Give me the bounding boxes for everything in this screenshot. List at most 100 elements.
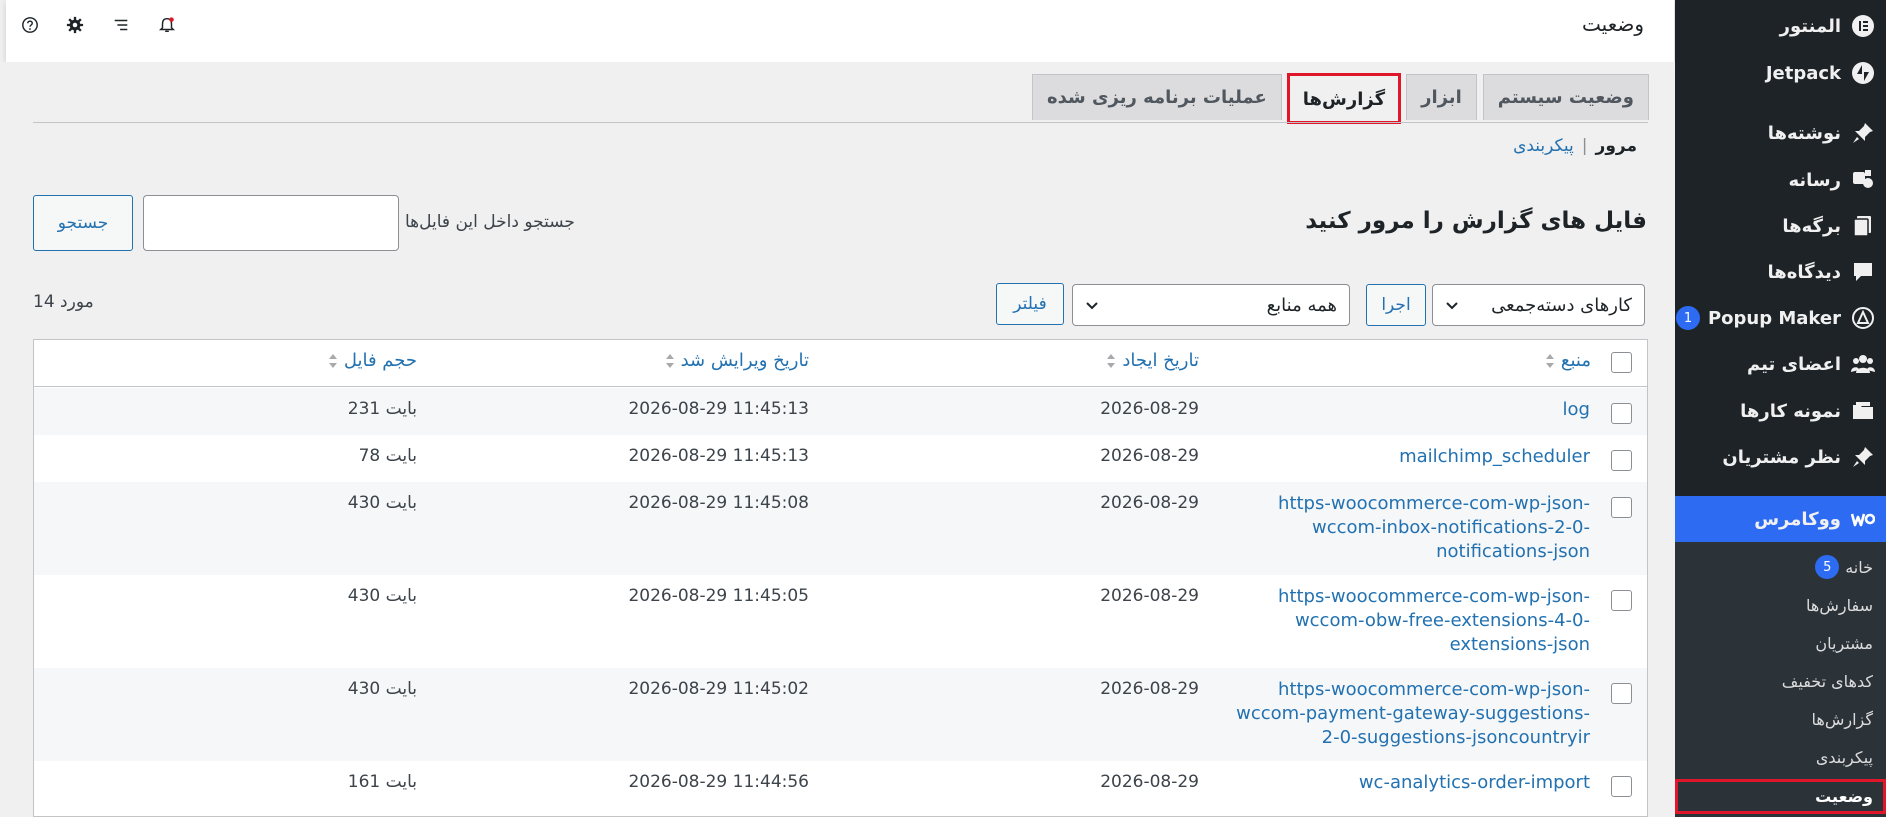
sidebar-item-label: نمونه کارها bbox=[1740, 400, 1841, 422]
created-date: 2026-08-29 bbox=[1100, 493, 1199, 513]
sidebar-item-jetpack[interactable]: Jetpack bbox=[1675, 50, 1886, 96]
sidebar-item-testimonials[interactable]: نظر مشتریان bbox=[1675, 434, 1886, 480]
notification-icon[interactable] bbox=[156, 14, 178, 36]
created-date: 2026-08-29 bbox=[1100, 446, 1199, 466]
tab-tools[interactable]: ابزار bbox=[1406, 74, 1477, 120]
tab-divider bbox=[33, 122, 1648, 123]
file-size: 430 بایت bbox=[347, 493, 417, 513]
created-date: 2026-08-29 bbox=[1100, 399, 1199, 419]
file-size: 430 بایت bbox=[347, 586, 417, 606]
activity-icon[interactable] bbox=[110, 14, 132, 36]
sidebar-item-label: رسانه bbox=[1788, 169, 1842, 191]
sidebar-item-woocommerce[interactable]: ووکامرس bbox=[1663, 496, 1886, 542]
sidebar-item-label: Popup Maker bbox=[1707, 307, 1841, 329]
sidebar-item-label: نظر مشتریان bbox=[1722, 446, 1841, 468]
sub-navigation: مرور | پیکربندی bbox=[1513, 136, 1637, 156]
submenu-item-label: سفارش‌ها bbox=[1806, 595, 1873, 615]
created-date: 2026-08-29 bbox=[1100, 586, 1199, 606]
sidebar-item-pages[interactable]: برگه‌ها bbox=[1675, 203, 1886, 249]
submenu-item-label: کدهای تخفیف bbox=[1781, 671, 1873, 691]
sidebar-item-label: دیدگاه‌ها bbox=[1767, 261, 1842, 283]
log-source-link[interactable]: https-woocommerce-com-wp-json-wccom-obw-… bbox=[1230, 585, 1590, 657]
pin-icon bbox=[1850, 444, 1876, 470]
sidebar-item-media[interactable]: رسانه bbox=[1675, 157, 1886, 203]
tab-scheduled-actions[interactable]: عملیات برنامه ریزی شده bbox=[1032, 74, 1282, 120]
search-input[interactable] bbox=[143, 195, 399, 251]
bulk-actions-select[interactable]: کارهای دسته‌جمعی bbox=[1432, 284, 1645, 326]
home-count-badge: 5 bbox=[1815, 555, 1840, 579]
file-size: 430 بایت bbox=[347, 679, 417, 699]
row-checkbox[interactable] bbox=[1611, 683, 1632, 704]
submenu-item-orders[interactable]: سفارش‌ها bbox=[1675, 589, 1886, 621]
modified-date: 2026-08-29 11:45:08 bbox=[628, 493, 809, 513]
sidebar-item-label: المنتور bbox=[1779, 15, 1841, 37]
apply-button[interactable]: اجرا bbox=[1366, 284, 1426, 326]
sidebar-item-popup-maker[interactable]: Popup Maker 1 bbox=[1675, 295, 1886, 341]
modified-date: 2026-08-29 11:45:02 bbox=[628, 679, 809, 699]
submenu-item-coupons[interactable]: کدهای تخفیف bbox=[1675, 665, 1886, 697]
row-checkbox[interactable] bbox=[1611, 776, 1632, 797]
submenu-item-customers[interactable]: مشتریان bbox=[1675, 627, 1886, 659]
created-date: 2026-08-29 bbox=[1100, 772, 1199, 792]
column-created[interactable]: تاریخ ایجاد bbox=[1106, 350, 1199, 371]
search-button[interactable]: جستجو bbox=[33, 195, 133, 251]
row-checkbox[interactable] bbox=[1611, 403, 1632, 424]
column-size[interactable]: حجم فایل bbox=[328, 350, 417, 371]
subnav-browse[interactable]: مرور bbox=[1596, 136, 1637, 156]
submenu-item-status[interactable]: وضعیت bbox=[1675, 779, 1886, 814]
filter-button[interactable]: فیلتر bbox=[996, 283, 1064, 325]
submenu-item-home[interactable]: خانه 5 bbox=[1675, 551, 1886, 583]
submenu-item-reports[interactable]: گزارش‌ها bbox=[1675, 703, 1886, 735]
media-icon bbox=[1850, 167, 1876, 193]
submenu-item-settings[interactable]: پیکربندی bbox=[1675, 741, 1886, 773]
column-source[interactable]: منبع bbox=[1545, 350, 1591, 371]
log-source-link[interactable]: wc-analytics-order-import bbox=[1230, 771, 1590, 795]
sidebar-item-elementor[interactable]: المنتور bbox=[1675, 3, 1886, 49]
log-source-link[interactable]: https-woocommerce-com-wp-json-wccom-inbo… bbox=[1230, 492, 1590, 564]
subnav-settings-link[interactable]: پیکربندی bbox=[1513, 136, 1574, 156]
pin-icon bbox=[1850, 120, 1876, 146]
sidebar-item-label: اعضای تیم bbox=[1747, 353, 1841, 375]
jetpack-icon bbox=[1850, 60, 1876, 86]
help-icon[interactable] bbox=[19, 14, 41, 36]
modified-date: 2026-08-29 11:45:13 bbox=[628, 446, 809, 466]
select-all-checkbox[interactable] bbox=[1611, 352, 1632, 373]
sidebar-item-label: نوشته‌ها bbox=[1767, 122, 1841, 144]
sidebar-item-portfolio[interactable]: نمونه کارها bbox=[1675, 388, 1886, 434]
column-label: حجم فایل bbox=[343, 350, 417, 371]
submenu-item-label: گزارش‌ها bbox=[1811, 709, 1873, 729]
settings-icon[interactable] bbox=[64, 14, 86, 36]
table-row: log 2026-08-29 2026-08-29 11:45:13 231 ب… bbox=[34, 388, 1647, 435]
table-row: mailchimp_scheduler 2026-08-29 2026-08-2… bbox=[34, 435, 1647, 482]
file-size: 231 بایت bbox=[347, 399, 417, 419]
sort-icon bbox=[1107, 353, 1116, 368]
sidebar-item-comments[interactable]: دیدگاه‌ها bbox=[1675, 249, 1886, 295]
log-source-link[interactable]: https-woocommerce-com-wp-json-wccom-paym… bbox=[1230, 678, 1590, 750]
source-filter-select[interactable]: همه منابع bbox=[1072, 284, 1350, 326]
table-row: https-woocommerce-com-wp-json-wccom-inbo… bbox=[34, 482, 1647, 575]
column-label: منبع bbox=[1560, 350, 1591, 371]
tab-logs[interactable]: گزارش‌ها bbox=[1286, 73, 1402, 124]
chevron-down-icon bbox=[1446, 302, 1458, 310]
table-row: https-woocommerce-com-wp-json-wccom-obw-… bbox=[34, 575, 1647, 668]
column-modified[interactable]: تاریخ ویرایش شد bbox=[665, 350, 809, 371]
main-content: وضعیت سیستم ابزار گزارش‌ها عملیات برنامه… bbox=[0, 62, 1675, 817]
modified-date: 2026-08-29 11:45:05 bbox=[628, 586, 809, 606]
page-title: وضعیت bbox=[1582, 12, 1644, 36]
source-filter-value: همه منابع bbox=[1266, 294, 1337, 316]
submenu-item-label: پیکربندی bbox=[1815, 747, 1873, 767]
row-checkbox[interactable] bbox=[1611, 590, 1632, 611]
sidebar-item-team[interactable]: اعضای تیم bbox=[1675, 341, 1886, 387]
row-checkbox[interactable] bbox=[1611, 497, 1632, 518]
popup-icon bbox=[1850, 305, 1876, 331]
row-checkbox[interactable] bbox=[1611, 450, 1632, 471]
log-source-link[interactable]: mailchimp_scheduler bbox=[1230, 445, 1590, 469]
log-source-link[interactable]: log bbox=[1230, 398, 1590, 422]
comment-icon bbox=[1850, 259, 1876, 285]
woo-icon bbox=[1850, 506, 1876, 532]
status-tabs: وضعیت سیستم ابزار گزارش‌ها عملیات برنامه… bbox=[1032, 73, 1649, 124]
tab-system-status[interactable]: وضعیت سیستم bbox=[1482, 74, 1649, 120]
sidebar-item-posts[interactable]: نوشته‌ها bbox=[1675, 110, 1886, 156]
portfolio-icon bbox=[1850, 398, 1876, 424]
modified-date: 2026-08-29 11:44:56 bbox=[628, 772, 809, 792]
